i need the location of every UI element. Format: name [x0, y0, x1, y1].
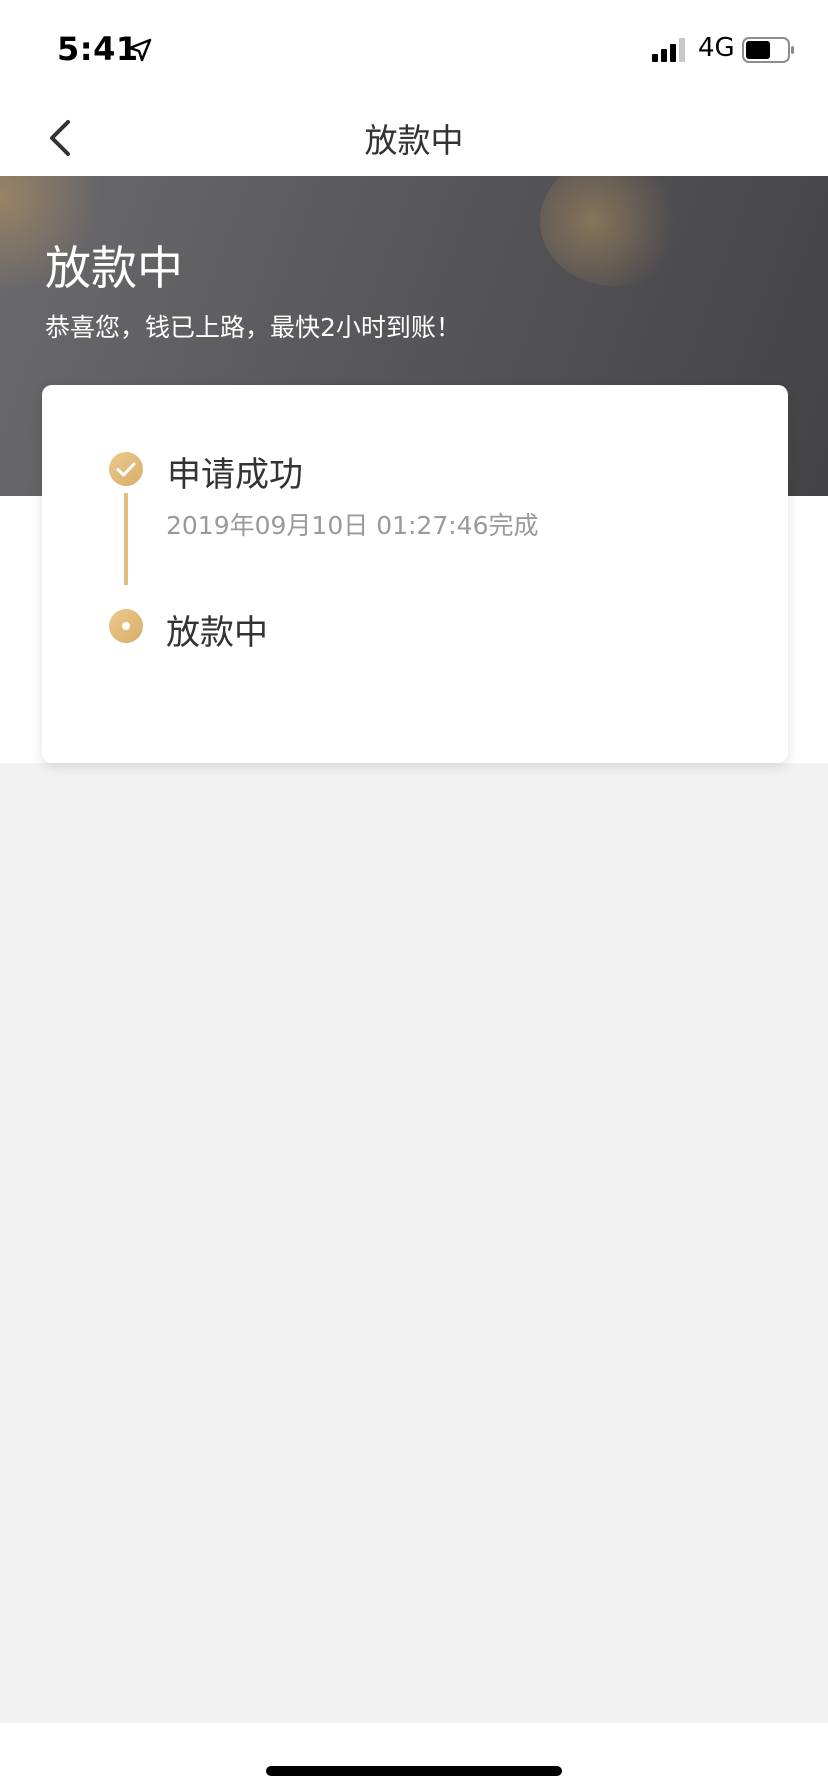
banner-title: 放款中: [45, 241, 183, 295]
banner-glow-decoration: [540, 176, 690, 286]
home-indicator[interactable]: [266, 1766, 562, 1776]
network-label: 4G: [698, 33, 735, 63]
step-title: 放款中: [166, 613, 268, 653]
step-title: 申请成功: [167, 455, 303, 495]
banner-subtitle: 恭喜您，钱已上路，最快2小时到账！: [45, 313, 461, 342]
step-connector-line: [124, 493, 128, 585]
check-circle-icon: [109, 452, 143, 486]
page-background: [0, 763, 828, 1723]
current-dot-icon: [109, 609, 143, 643]
nav-bar: 放款中: [0, 100, 828, 176]
location-arrow-icon: [128, 38, 152, 62]
progress-card: 申请成功 2019年09月10日 01:27:46完成 放款中: [42, 385, 788, 763]
bottom-bar: [0, 1723, 828, 1792]
step-timestamp: 2019年09月10日 01:27:46完成: [166, 511, 539, 540]
signal-icon: [652, 38, 685, 62]
battery-icon: [742, 37, 794, 63]
status-bar: 5:41 4G: [0, 0, 828, 100]
page-title: 放款中: [364, 121, 464, 160]
status-time: 5:41: [57, 30, 139, 68]
